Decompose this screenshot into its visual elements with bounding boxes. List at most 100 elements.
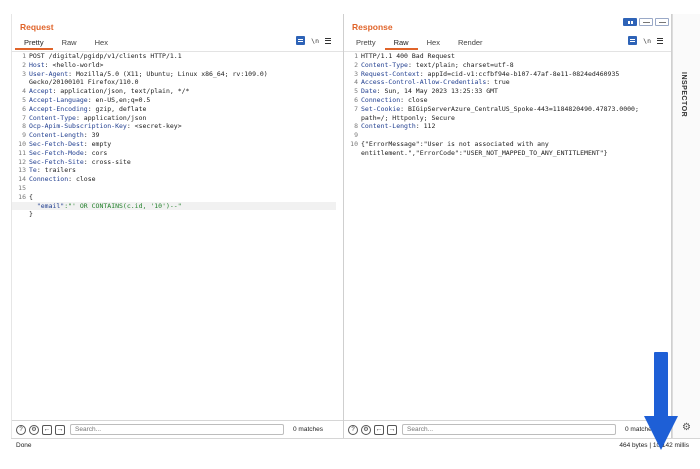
response-search-bar: ? ⚙ ← → 0 matches bbox=[344, 420, 671, 438]
code-line: 12 Sec-Fetch-Site: cross-site bbox=[12, 158, 343, 167]
line-content: Content-Type: text/plain; charset=utf-8 bbox=[361, 61, 514, 70]
menu-icon[interactable] bbox=[325, 37, 331, 44]
line-content: Host: <hello-world> bbox=[29, 61, 103, 70]
header-name: Sec-Fetch-Mode bbox=[29, 148, 84, 157]
settings-icon[interactable]: ⚙ bbox=[29, 424, 39, 435]
header-value: : application/json bbox=[75, 113, 147, 122]
response-tab-hex[interactable]: Hex bbox=[418, 36, 449, 50]
json-key: "email" bbox=[29, 201, 65, 210]
request-tabs: Pretty Raw Hex bbox=[15, 36, 117, 50]
code-line: Gecko/20100101 Firefox/110.0 bbox=[12, 78, 343, 87]
inspector-label[interactable]: INSPECTOR bbox=[680, 72, 687, 117]
line-number: 6 bbox=[22, 104, 26, 113]
layout-toggles bbox=[623, 18, 669, 26]
code-line: 5 Date: Sun, 14 May 2023 13:25:33 GMT bbox=[344, 87, 671, 96]
code-line: 13 Te: trailers bbox=[12, 166, 343, 175]
code-line: 16{ bbox=[12, 193, 343, 202]
response-tab-pretty[interactable]: Pretty bbox=[347, 36, 385, 50]
line-content: {"ErrorMessage":"User is not associated … bbox=[361, 140, 549, 149]
line-number: 8 bbox=[22, 122, 26, 131]
response-editor[interactable]: 1 HTTP/1.1 400 Bad Request 2 Content-Type: … bbox=[344, 51, 671, 420]
code-line: entitlement.","ErrorCode":"USER_NOT_MAPP… bbox=[344, 149, 671, 158]
code-line: 6 Connection: close bbox=[344, 96, 671, 105]
request-editor[interactable]: 1 POST /digital/pgidp/v1/clients HTTP/1.1… bbox=[12, 51, 343, 420]
request-tab-pretty[interactable]: Pretty bbox=[15, 36, 53, 50]
header-value: : Sun, 14 May 2023 13:25:33 GMT bbox=[376, 87, 498, 96]
header-value: { bbox=[29, 192, 33, 201]
header-name: Content-Type bbox=[29, 113, 76, 122]
layout-side-by-side-icon[interactable] bbox=[623, 18, 637, 26]
help-icon[interactable]: ? bbox=[348, 424, 358, 435]
request-tab-hex[interactable]: Hex bbox=[86, 36, 117, 50]
back-arrow-icon[interactable]: ← bbox=[374, 424, 384, 435]
header-name: Date bbox=[361, 87, 377, 96]
header-value: : BIGipServerAzure_CentralUS_Spoke-443=1… bbox=[400, 104, 639, 113]
response-tabs: Pretty Raw Hex Render bbox=[347, 36, 492, 50]
response-search-input[interactable] bbox=[402, 424, 616, 435]
line-content: Connection: close bbox=[361, 96, 428, 105]
line-number: 7 bbox=[22, 113, 26, 122]
header-name: Request-Context bbox=[361, 69, 420, 78]
code-line: 7 Content-Type: application/json bbox=[12, 114, 343, 123]
code-line: 10 Sec-Fetch-Dest: empty bbox=[12, 140, 343, 149]
show-newlines-toggle[interactable]: \n bbox=[643, 37, 651, 45]
header-value: : gzip, deflate bbox=[87, 104, 147, 113]
line-content: Request-Context: appId=cid-v1:ccfbf94e-b… bbox=[361, 70, 619, 79]
format-toggle-icon[interactable] bbox=[628, 36, 638, 45]
header-value: : close bbox=[68, 175, 96, 184]
code-line: 1 POST /digital/pgidp/v1/clients HTTP/1.1 bbox=[12, 52, 343, 61]
line-content: Accept-Encoding: gzip, deflate bbox=[29, 105, 146, 114]
forward-arrow-icon[interactable]: → bbox=[387, 424, 397, 435]
burp-repeater-window: Request Pretty Raw Hex \n 1 POST /digital… bbox=[0, 0, 700, 469]
header-name: User-Agent bbox=[29, 69, 69, 78]
code-line: 4 Access-Control-Allow-Credentials: true bbox=[344, 78, 671, 87]
code-line: 9 bbox=[344, 131, 671, 140]
header-name: Access-Control-Allow-Credentials bbox=[361, 78, 487, 87]
request-search-input[interactable] bbox=[70, 424, 284, 435]
code-line: 7 Set-Cookie: BIGipServerAzure_CentralUS_… bbox=[344, 105, 671, 114]
header-value: : trailers bbox=[36, 166, 76, 175]
response-pane: Response Pretty Raw Hex Render \n 1 HTTP/… bbox=[344, 14, 672, 438]
line-content: Sec-Fetch-Dest: empty bbox=[29, 140, 111, 149]
line-content: Set-Cookie: BIGipServerAzure_CentralUS_S… bbox=[361, 105, 639, 114]
help-icon[interactable]: ? bbox=[16, 424, 26, 435]
forward-arrow-icon[interactable]: → bbox=[55, 424, 65, 435]
code-line: "email":"' OR CONTAINS(c.id, '10')--" bbox=[12, 201, 336, 211]
line-number: 10 bbox=[350, 139, 358, 148]
menu-icon[interactable] bbox=[657, 37, 663, 44]
response-size-timing: 464 bytes | 10,142 millis bbox=[619, 442, 689, 449]
layout-tabs-icon[interactable] bbox=[655, 18, 669, 26]
header-name: Sec-Fetch-Dest bbox=[29, 139, 84, 148]
request-search-bar: ? ⚙ ← → 0 matches bbox=[12, 420, 343, 438]
line-content: HTTP/1.1 400 Bad Request bbox=[361, 52, 455, 61]
line-number: 12 bbox=[18, 157, 26, 166]
header-value: : text/plain; charset=utf-8 bbox=[407, 60, 514, 69]
line-content: "email":"' OR CONTAINS(c.id, '10')--" bbox=[29, 202, 182, 211]
format-toggle-icon[interactable] bbox=[296, 36, 306, 45]
line-content: Sec-Fetch-Mode: cors bbox=[29, 149, 107, 158]
header-name: Host bbox=[29, 60, 45, 69]
response-tab-render[interactable]: Render bbox=[449, 36, 492, 50]
request-tab-raw[interactable]: Raw bbox=[53, 36, 86, 50]
code-line: 3 Request-Context: appId=cid-v1:ccfbf94e-… bbox=[344, 70, 671, 79]
back-arrow-icon[interactable]: ← bbox=[42, 424, 52, 435]
response-tab-raw[interactable]: Raw bbox=[384, 36, 418, 50]
header-name: Connection bbox=[29, 175, 69, 184]
line-content: Gecko/20100101 Firefox/110.0 bbox=[29, 78, 139, 87]
code-line: 8 Ocp-Apim-Subscription-Key: <secret-key> bbox=[12, 122, 343, 131]
line-number: 8 bbox=[354, 122, 358, 131]
line-content: Content-Length: 39 bbox=[29, 131, 99, 140]
gear-icon[interactable]: ⚙ bbox=[681, 422, 692, 433]
header-name: Content-Length bbox=[361, 122, 416, 131]
header-value: : application/json, text/plain, */* bbox=[52, 87, 190, 96]
show-newlines-toggle[interactable]: \n bbox=[311, 37, 319, 45]
status-text: Done bbox=[16, 442, 32, 449]
line-content: Date: Sun, 14 May 2023 13:25:33 GMT bbox=[361, 87, 498, 96]
header-value: : <secret-key> bbox=[126, 122, 182, 131]
line-content: path=/; Httponly; Secure bbox=[361, 114, 455, 123]
layout-top-bottom-icon[interactable] bbox=[639, 18, 653, 26]
header-value: : close bbox=[400, 95, 428, 104]
settings-icon[interactable]: ⚙ bbox=[361, 424, 371, 435]
line-number: 16 bbox=[18, 192, 26, 201]
line-number: 7 bbox=[354, 104, 358, 113]
